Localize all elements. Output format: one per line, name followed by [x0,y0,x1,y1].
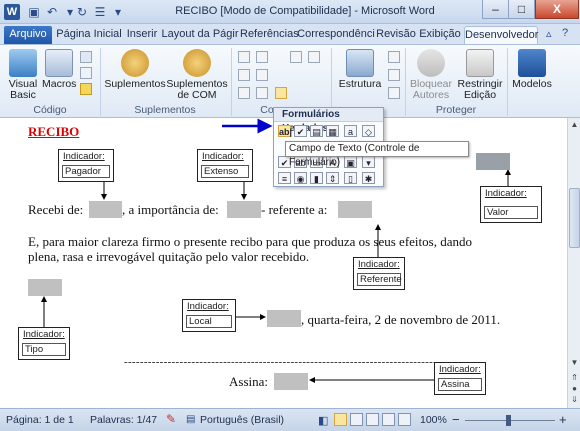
indicator-extenso: Indicador: Extenso [197,149,253,182]
page-count[interactable]: Página: 1 de 1 [6,414,74,426]
form-field-pagador[interactable] [89,201,122,218]
text-assina: Assina: [229,374,268,389]
zoom-out-button[interactable]: − [452,412,460,427]
activex-image-icon[interactable]: ▣ [344,156,357,168]
previous-page-icon[interactable]: ⇑ [569,373,580,384]
word-count[interactable]: Palavras: 1/47 [90,414,157,426]
form-field-local[interactable] [267,310,301,327]
status-bar: Página: 1 de 1 Palavras: 1/47 ✎ ▤ Portug… [0,408,580,431]
web-layout-icon[interactable] [366,413,379,426]
shading-legacy-icon[interactable]: a [344,125,357,137]
zoom-in-button[interactable]: + [559,412,567,427]
language-icon: ▤ [186,414,196,425]
zoom-slider-thumb[interactable] [506,415,511,426]
indicator-value: Assina [438,378,482,391]
checkbox-legacy-icon[interactable]: ✔ [294,125,307,137]
activex-listbox-icon[interactable]: ≡ [278,172,291,184]
vertical-scrollbar[interactable]: ▲ ▼ ⇑ ● ⇓ [567,118,580,408]
reset-fields-legacy-icon[interactable]: ◇ [362,125,375,137]
macro-record-icon[interactable]: ◧ [318,414,328,427]
indicator-label: Indicador: [187,301,229,312]
spelling-check-icon[interactable]: ✎ [166,412,176,426]
print-layout-view-icon[interactable] [334,413,347,426]
form-field-referente[interactable] [338,201,372,218]
activex-option-icon[interactable]: ◉ [294,172,307,184]
browse-object-icon[interactable]: ● [569,384,580,395]
draft-view-icon[interactable] [398,413,411,426]
more-controls-icon[interactable]: ✱ [362,172,375,184]
indicator-referente: Indicador: Referente [353,257,405,290]
form-field-tipo[interactable] [28,279,62,296]
indicator-value: Extenso [201,165,249,178]
paragraph-line-2: plena, rasa e irrevogável quitação pelo … [28,249,310,264]
indicator-value: Referente [357,273,402,286]
dropdown-legacy-icon[interactable]: ▤ [310,125,323,137]
dropdown-heading: Formulários Herdados [274,108,383,134]
activex-combobox-icon[interactable]: ▾ [362,156,375,168]
indicator-pagador: Indicador: Pagador [58,149,114,182]
indicator-value: Pagador [62,165,110,178]
indicator-value: Local [186,315,232,328]
indicator-label: Indicador: [485,188,527,199]
indicator-tipo: Indicador: Tipo [18,327,70,360]
zoom-level[interactable]: 100% [420,414,447,426]
text-field-legacy-icon[interactable]: ab| [278,125,292,137]
text-recebi-de: Recebi de: [28,202,84,217]
scroll-up-icon[interactable]: ▲ [569,120,580,131]
signature-dash-line: ----------------------------------------… [124,356,456,368]
frame-legacy-icon[interactable]: ▦ [326,125,339,137]
next-page-icon[interactable]: ⇓ [569,395,580,406]
indicator-label: Indicador: [63,151,105,162]
indicator-value: Tipo [22,343,66,356]
activex-scrollbar-icon[interactable]: ▯ [344,172,357,184]
activex-spin-icon[interactable]: ⇕ [326,172,339,184]
text-referente-a: - referente a: [261,202,328,217]
indicator-assina: Indicador: Assina [434,362,486,395]
recibo-title: RECIBO [28,124,80,139]
indicator-label: Indicador: [23,329,65,340]
scroll-thumb[interactable] [569,188,580,248]
full-screen-reading-icon[interactable] [350,413,363,426]
indicator-label: Indicador: [439,364,481,375]
text-importancia: , a importância de: [122,202,219,217]
indicator-label: Indicador: [202,151,244,162]
form-field-extenso[interactable] [227,201,261,218]
activex-toggle-icon[interactable]: ▮ [310,172,323,184]
paragraph-line-1: E, para maior clareza firmo o presente r… [28,234,472,249]
indicator-valor: Indicador: Valor [480,186,542,223]
form-field-valor[interactable] [476,153,510,170]
outline-view-icon[interactable] [382,413,395,426]
language-status[interactable]: Português (Brasil) [200,414,284,426]
indicator-value: Valor [484,206,538,219]
tooltip: Campo de Texto (Controle de Formulário) [285,141,469,168]
text-date: , quarta-feira, 2 de novembro de 2011. [301,312,501,327]
form-field-assina[interactable] [274,373,308,390]
indicator-local: Indicador: Local [182,299,236,332]
indicator-label: Indicador: [358,259,400,270]
scroll-down-icon[interactable]: ▼ [569,358,580,369]
